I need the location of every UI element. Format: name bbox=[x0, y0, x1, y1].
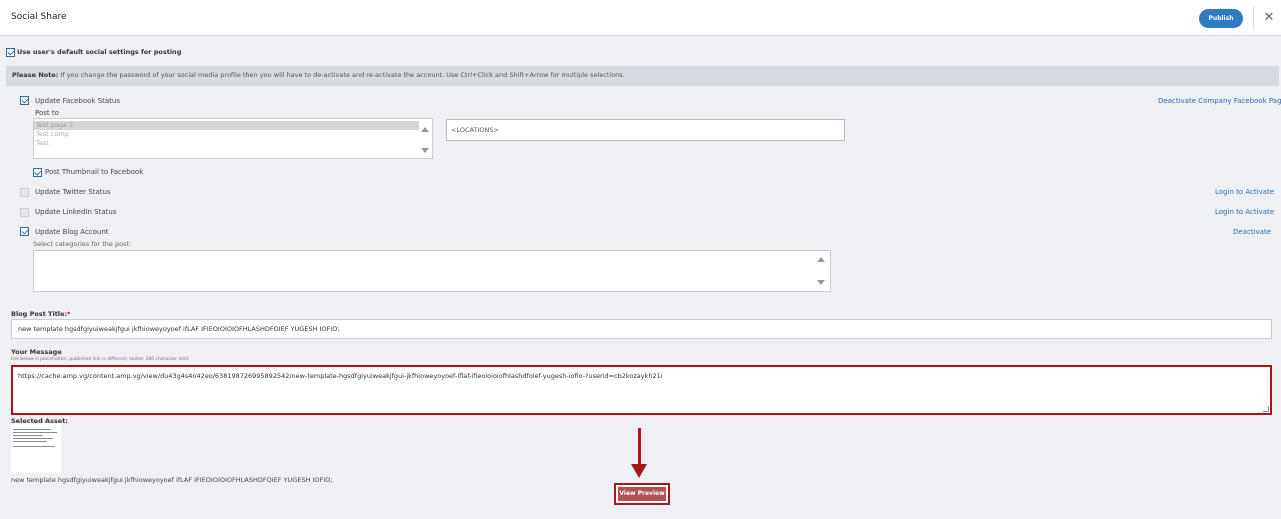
asset-thumbnail bbox=[11, 423, 61, 473]
blog-checkbox[interactable] bbox=[20, 227, 29, 236]
linkedin-label: Update LinkedIn Status bbox=[35, 208, 117, 216]
blog-label: Update Blog Account bbox=[35, 228, 109, 236]
close-icon[interactable]: ✕ bbox=[1262, 9, 1276, 26]
note-text: Please Note: If you change the password … bbox=[12, 71, 625, 79]
asset-caption: new template hgsdfgiyuiweakjfgui jkfhiow… bbox=[11, 476, 333, 484]
publish-button[interactable]: Publish bbox=[1199, 9, 1243, 28]
twitter-label: Update Twitter Status bbox=[35, 188, 111, 196]
facebook-pages-listbox[interactable]: Test page 2 Test comp Test bbox=[33, 118, 433, 159]
listbox-option[interactable]: Test bbox=[34, 139, 419, 148]
twitter-checkbox[interactable] bbox=[20, 188, 29, 197]
facebook-label: Update Facebook Status bbox=[35, 97, 120, 105]
message-textarea[interactable]: https://cache.amp.vg/content.amp.vg/view… bbox=[11, 365, 1272, 415]
message-label: Your Message bbox=[11, 348, 62, 356]
listbox-option[interactable]: Test page 2 bbox=[34, 121, 419, 130]
resize-handle-icon[interactable] bbox=[1263, 406, 1269, 412]
post-to-label: Post to bbox=[35, 109, 59, 117]
note-body: If you change the password of your socia… bbox=[60, 71, 625, 79]
listbox-option[interactable]: Test comp bbox=[34, 130, 419, 139]
blog-title-input[interactable]: new template hgsdfgiyuiweakjfgui jkfhiow… bbox=[11, 319, 1272, 339]
categories-label: Select categories for the post: bbox=[33, 240, 132, 248]
annotation-arrowhead-icon bbox=[631, 464, 647, 478]
scroll-up-icon[interactable] bbox=[421, 127, 429, 132]
blog-deactivate-link[interactable]: Deactivate bbox=[1233, 228, 1271, 236]
default-settings-checkbox[interactable] bbox=[6, 48, 15, 57]
post-thumbnail-label: Post Thumbnail to Facebook bbox=[45, 168, 144, 176]
note-label: Please Note: bbox=[12, 71, 59, 79]
note-bar: Please Note: If you change the password … bbox=[6, 66, 1279, 86]
default-settings-label: Use user's default social settings for p… bbox=[17, 48, 182, 56]
post-thumbnail-checkbox[interactable] bbox=[33, 168, 42, 177]
blog-title-label: Blog Post Title:* bbox=[11, 310, 70, 318]
scroll-down-icon[interactable] bbox=[421, 148, 429, 153]
view-preview-button[interactable]: View Preview bbox=[618, 487, 666, 501]
blog-title-label-text: Blog Post Title: bbox=[11, 310, 68, 318]
twitter-login-link[interactable]: Login to Activate bbox=[1215, 188, 1274, 196]
preview-highlight: View Preview bbox=[614, 483, 670, 505]
scroll-down-icon[interactable] bbox=[817, 280, 825, 285]
message-hint: link below is placeholder, published lin… bbox=[11, 357, 189, 362]
required-mark: * bbox=[67, 310, 71, 318]
linkedin-login-link[interactable]: Login to Activate bbox=[1215, 208, 1274, 216]
message-text: https://cache.amp.vg/content.amp.vg/view… bbox=[18, 372, 663, 380]
scroll-up-icon[interactable] bbox=[817, 257, 825, 262]
annotation-arrow-icon bbox=[638, 428, 641, 466]
modal-header: Social Share Publish ✕ bbox=[0, 0, 1281, 36]
locations-input[interactable]: <LOCATIONS> bbox=[446, 119, 845, 141]
categories-listbox[interactable] bbox=[33, 250, 831, 292]
deactivate-facebook-link[interactable]: Deactivate Company Facebook Page bbox=[1158, 97, 1281, 105]
header-divider bbox=[1253, 6, 1254, 30]
facebook-checkbox[interactable] bbox=[20, 96, 29, 105]
modal-title: Social Share bbox=[11, 12, 67, 22]
linkedin-checkbox[interactable] bbox=[20, 208, 29, 217]
